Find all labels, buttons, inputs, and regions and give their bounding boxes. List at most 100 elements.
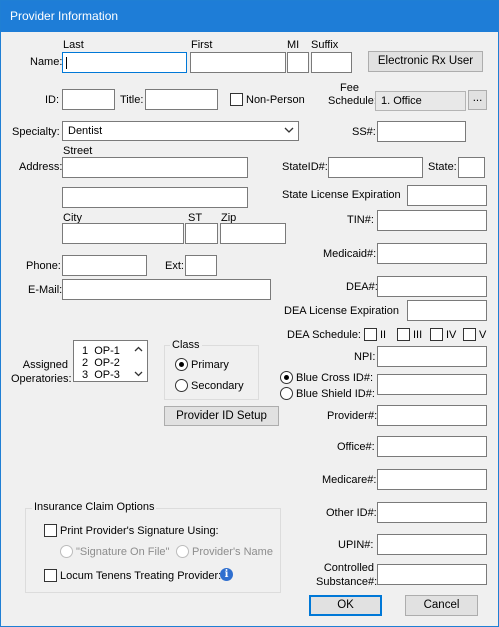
provider-number-field[interactable] (377, 405, 487, 426)
specialty-label: Specialty: (12, 126, 60, 138)
specialty-value: Dentist (68, 125, 103, 137)
street-line2-field[interactable] (62, 187, 248, 208)
assigned-operatories-label-line1: Assigned (22, 359, 68, 371)
locum-tenens-checkbox[interactable] (44, 569, 57, 582)
dea-schedule-label: DEA Schedule: (287, 329, 361, 341)
stateid-field[interactable] (328, 157, 423, 178)
info-icon[interactable]: i (220, 568, 233, 581)
signature-on-file-label: "Signature On File" (76, 546, 170, 558)
operatories-list[interactable]: 1 OP-1 2 OP-2 3 OP-3 (73, 340, 148, 382)
medicaid-field[interactable] (377, 243, 487, 264)
dea-schedule-ii-label: II (380, 329, 387, 341)
controlled-substance-field[interactable] (377, 564, 487, 585)
email-field[interactable] (62, 279, 271, 300)
street-line1-field[interactable] (62, 157, 248, 178)
medicaid-label: Medicaid#: (323, 248, 377, 260)
provider-id-setup-button[interactable]: Provider ID Setup (164, 406, 279, 426)
signature-on-file-radio[interactable] (60, 545, 73, 558)
npi-field[interactable] (377, 346, 487, 367)
dea-schedule-v-label: V (479, 329, 487, 341)
controlled-substance-label-line1: Controlled (323, 562, 374, 574)
fee-schedule-field[interactable]: 1. Office (375, 91, 466, 111)
medicare-label: Medicare#: (322, 474, 377, 486)
zip-field[interactable] (220, 223, 286, 244)
npi-label: NPI: (354, 351, 376, 363)
state-license-expiration-label: State License Expiration (282, 189, 401, 201)
dea-schedule-iii-checkbox[interactable] (397, 328, 410, 341)
name-label: Name: (30, 56, 63, 68)
st-field[interactable] (185, 223, 218, 244)
class-secondary-radio[interactable] (175, 379, 188, 392)
print-signature-checkbox[interactable] (44, 524, 57, 537)
blue-cross-label: Blue Cross ID#: (296, 372, 374, 384)
ext-label: Ext: (165, 260, 184, 272)
tin-label: TIN#: (347, 214, 374, 226)
title-field[interactable] (145, 89, 218, 110)
dea-license-expiration-label: DEA License Expiration (284, 305, 399, 317)
ss-field[interactable] (377, 121, 466, 142)
id-label: ID: (45, 94, 60, 106)
phone-field[interactable] (62, 255, 147, 276)
providers-name-radio[interactable] (176, 545, 189, 558)
blue-shield-radio[interactable] (280, 387, 293, 400)
class-primary-radio[interactable] (175, 358, 188, 371)
dea-field[interactable] (377, 276, 487, 297)
dea-schedule-ii-checkbox[interactable] (364, 328, 377, 341)
fee-schedule-value: 1. Office (381, 95, 422, 107)
first-column-label: First (191, 39, 213, 51)
non-person-checkbox[interactable] (230, 93, 243, 106)
providers-name-label: Provider's Name (192, 546, 273, 558)
list-item[interactable]: 2 OP-2 (82, 357, 120, 369)
other-id-field[interactable] (377, 502, 487, 523)
class-group-title: Class (170, 339, 202, 352)
window-title: Provider Information (10, 9, 119, 23)
suffix-field[interactable] (311, 52, 352, 73)
title-bar[interactable]: Provider Information (1, 1, 498, 32)
medicare-field[interactable] (377, 469, 487, 490)
dea-schedule-iii-label: III (413, 329, 423, 341)
state-field[interactable] (458, 157, 485, 178)
list-item[interactable]: 3 OP-3 (82, 369, 120, 381)
provider-number-label: Provider#: (327, 410, 378, 422)
city-field[interactable] (62, 223, 184, 244)
last-column-label: Last (63, 39, 84, 51)
tin-field[interactable] (377, 210, 487, 231)
provider-information-dialog: Provider Information Last First MI Suffi… (0, 0, 499, 627)
state-license-expiration-field[interactable] (407, 185, 487, 206)
text-caret (66, 57, 67, 69)
email-label: E-Mail: (28, 284, 63, 296)
id-field[interactable] (62, 89, 115, 110)
cancel-button[interactable]: Cancel (405, 595, 478, 616)
dea-schedule-iv-label: IV (446, 329, 457, 341)
phone-label: Phone: (26, 260, 61, 272)
locum-tenens-label: Locum Tenens Treating Provider: (60, 570, 222, 582)
ext-field[interactable] (185, 255, 217, 276)
electronic-rx-user-button[interactable]: Electronic Rx User (368, 51, 483, 72)
fee-schedule-label-line2: Schedule: (328, 95, 377, 107)
stateid-label: StateID#: (282, 161, 328, 173)
assigned-operatories-label-line2: Operatories: (11, 373, 72, 385)
dea-schedule-v-checkbox[interactable] (463, 328, 476, 341)
state-label: State: (428, 161, 457, 173)
upin-field[interactable] (377, 534, 487, 555)
blue-cross-shield-id-field[interactable] (377, 374, 487, 395)
fee-schedule-label-line1: Fee (340, 82, 359, 94)
first-name-field[interactable] (190, 52, 286, 73)
dea-schedule-iv-checkbox[interactable] (430, 328, 443, 341)
scroll-up-icon[interactable] (134, 346, 143, 353)
dea-license-expiration-field[interactable] (407, 300, 487, 321)
insurance-claim-options-title: Insurance Claim Options (32, 501, 157, 514)
controlled-substance-label-line2: Substance#: (316, 576, 378, 588)
scroll-down-icon[interactable] (134, 370, 143, 377)
blue-cross-radio[interactable] (280, 371, 293, 384)
last-name-field[interactable] (62, 52, 187, 73)
ok-button[interactable]: OK (309, 595, 382, 616)
office-number-field[interactable] (377, 436, 487, 457)
blue-shield-label: Blue Shield ID#: (296, 388, 375, 400)
specialty-dropdown[interactable]: Dentist (62, 121, 299, 141)
list-item[interactable]: 1 OP-1 (82, 345, 120, 357)
middle-initial-field[interactable] (287, 52, 309, 73)
fee-schedule-browse-button[interactable]: ... (468, 90, 487, 110)
address-label: Address: (19, 161, 63, 173)
upin-label: UPIN#: (338, 539, 374, 551)
